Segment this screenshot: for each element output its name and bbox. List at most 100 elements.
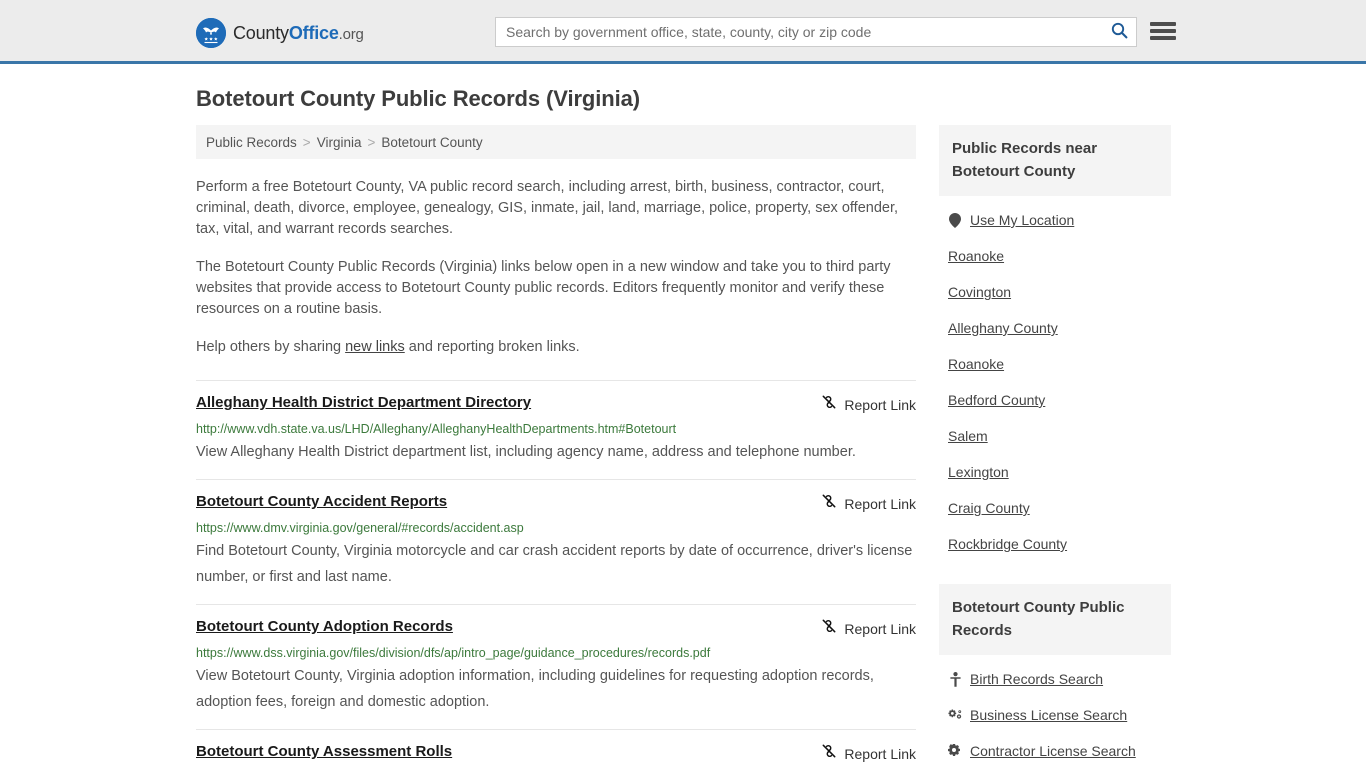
result-title-link[interactable]: Botetourt County Assessment Rolls	[196, 742, 452, 761]
breadcrumb: Public Records > Virginia > Botetourt Co…	[196, 125, 916, 159]
sidebar-item-label: Birth Records Search	[970, 671, 1104, 687]
page-title: Botetourt County Public Records (Virgini…	[196, 86, 640, 111]
sidebar-county-records-title: Botetourt County Public Records	[939, 584, 1171, 655]
report-link-label: Report Link	[844, 745, 916, 762]
result-url: http://www.vdh.state.va.us/LHD/Alleghany…	[196, 422, 677, 436]
breadcrumb-separator: >	[367, 134, 376, 150]
results-list: Alleghany Health District Department Dir…	[196, 380, 916, 768]
intro-paragraph-2: The Botetourt County Public Records (Vir…	[196, 259, 891, 317]
sidebar-item-label: Roanoke	[948, 248, 1005, 264]
sidebar: Public Records near Botetourt County Use…	[939, 125, 1171, 768]
sidebar-nearby-item-roanoke[interactable]: Roanoke	[939, 238, 1171, 274]
broken-link-icon	[821, 394, 837, 415]
sidebar-nearby-list: Use My Location Roanoke Covington Alleghany…	[939, 196, 1171, 562]
baby-icon	[948, 671, 962, 687]
sidebar-nearby-title: Public Records near Botetourt County	[939, 125, 1171, 196]
sidebar-item-label: Alleghany County	[948, 320, 1058, 336]
sidebar-item-label: Lexington	[948, 464, 1009, 480]
report-link-label: Report Link	[844, 396, 916, 413]
sidebar-nearby-item-use-my-location[interactable]: Use My Location	[939, 202, 1171, 238]
sidebar-item-label: Business License Search	[970, 707, 1128, 723]
result-header: Botetourt County Adoption Records Report…	[196, 617, 916, 639]
sidebar-item-label: Bedford County	[948, 392, 1046, 408]
sidebar-item-label: Use My Location	[970, 212, 1075, 228]
breadcrumb-item-virginia[interactable]: Virginia	[317, 135, 362, 150]
sidebar-nearby-item-rockbridge-county[interactable]: Rockbridge County	[939, 526, 1171, 562]
logo-part-office: Office	[288, 22, 339, 43]
help-suffix: and reporting broken links.	[404, 339, 580, 355]
help-prefix: Help others by sharing	[196, 339, 346, 355]
sidebar-item-label: Covington	[948, 284, 1012, 300]
sidebar-record-item-birth-records-search[interactable]: Birth Records Search	[939, 661, 1171, 697]
sidebar-nearby-box: Public Records near Botetourt County Use…	[939, 125, 1171, 562]
sidebar-item-label: Craig County	[948, 500, 1030, 516]
report-link-label: Report Link	[844, 620, 916, 637]
sidebar-record-item-business-license-search[interactable]: Business License Search	[939, 697, 1171, 733]
sidebar-nearby-item-bedford-county[interactable]: Bedford County	[939, 382, 1171, 418]
result-header: Botetourt County Accident Reports Report…	[196, 492, 916, 514]
report-link-button[interactable]: Report Link	[821, 394, 916, 415]
sidebar-nearby-item-alleghany-county[interactable]: Alleghany County	[939, 310, 1171, 346]
hamburger-bar	[1150, 36, 1176, 40]
sidebar-nearby-item-roanoke[interactable]: Roanoke	[939, 346, 1171, 382]
broken-link-icon	[821, 743, 837, 764]
main-column: Public Records > Virginia > Botetourt Co…	[196, 125, 916, 768]
breadcrumb-item-current: Botetourt County	[381, 134, 483, 150]
result-header: Botetourt County Assessment Rolls Report…	[196, 742, 916, 764]
search-bar[interactable]	[495, 17, 1137, 47]
cogs-icon	[948, 708, 962, 722]
result-header: Alleghany Health District Department Dir…	[196, 393, 916, 415]
report-link-button[interactable]: Report Link	[821, 493, 916, 514]
result-item: Alleghany Health District Department Dir…	[196, 380, 916, 479]
sidebar-item-label: Roanoke	[948, 356, 1005, 372]
sidebar-nearby-item-covington[interactable]: Covington	[939, 274, 1171, 310]
intro-section: Perform a free Botetourt County, VA publ…	[196, 177, 916, 358]
logo-wordmark: CountyOffice.org	[233, 23, 364, 44]
result-url: https://www.dss.virginia.gov/files/divis…	[196, 646, 711, 660]
new-links-link[interactable]: new links	[345, 339, 405, 355]
sidebar-item-label: Rockbridge County	[948, 536, 1068, 552]
logo-part-county: County	[233, 22, 289, 43]
hamburger-bar	[1150, 22, 1176, 26]
sidebar-nearby-item-lexington[interactable]: Lexington	[939, 454, 1171, 490]
result-item: Botetourt County Adoption Records Report…	[196, 604, 916, 729]
cog-icon	[948, 744, 962, 758]
report-link-label: Report Link	[844, 495, 916, 512]
sidebar-nearby-item-salem[interactable]: Salem	[939, 418, 1171, 454]
map-pin-icon	[948, 212, 962, 228]
county-office-seal-icon	[196, 18, 226, 48]
sidebar-county-records-box: Botetourt County Public Records Birth Re…	[939, 584, 1171, 768]
sidebar-record-item-contractor-license-search[interactable]: Contractor License Search	[939, 733, 1171, 768]
report-link-button[interactable]: Report Link	[821, 743, 916, 764]
result-description: View Alleghany Health District departmen…	[196, 444, 856, 460]
sidebar-item-label: Contractor License Search	[970, 743, 1136, 759]
result-item: Botetourt County Accident Reports Report…	[196, 479, 916, 604]
content-row: Public Records > Virginia > Botetourt Co…	[196, 125, 1171, 768]
site-header: CountyOffice.org	[0, 0, 1366, 64]
sidebar-item-label: Salem	[948, 428, 988, 444]
result-title-link[interactable]: Botetourt County Accident Reports	[196, 492, 447, 511]
result-title-link[interactable]: Alleghany Health District Department Dir…	[196, 393, 531, 412]
hamburger-bar	[1150, 29, 1176, 33]
broken-link-icon	[821, 618, 837, 639]
breadcrumb-item-public-records[interactable]: Public Records	[206, 135, 297, 150]
site-logo[interactable]: CountyOffice.org	[196, 18, 364, 48]
sidebar-county-records-list: Birth Records Search Business License Sea…	[939, 655, 1171, 768]
logo-part-org: .org	[338, 25, 364, 43]
result-item: Botetourt County Assessment Rolls Report…	[196, 729, 916, 768]
menu-button[interactable]	[1150, 20, 1176, 42]
search-input[interactable]	[496, 18, 1102, 46]
breadcrumb-separator: >	[302, 134, 311, 150]
broken-link-icon	[821, 493, 837, 514]
page-container: Botetourt County Public Records (Virgini…	[0, 86, 1366, 768]
result-description: Find Botetourt County, Virginia motorcyc…	[196, 543, 913, 585]
result-title-link[interactable]: Botetourt County Adoption Records	[196, 617, 453, 636]
result-description: View Botetourt County, Virginia adoption…	[196, 668, 874, 710]
report-link-button[interactable]: Report Link	[821, 618, 916, 639]
intro-help-line: Help others by sharing new links and rep…	[196, 337, 916, 358]
search-icon	[1111, 22, 1128, 42]
result-url: https://www.dmv.virginia.gov/general/#re…	[196, 521, 524, 535]
sidebar-nearby-item-craig-county[interactable]: Craig County	[939, 490, 1171, 526]
intro-paragraph-1: Perform a free Botetourt County, VA publ…	[196, 179, 899, 237]
search-button[interactable]	[1102, 18, 1136, 46]
